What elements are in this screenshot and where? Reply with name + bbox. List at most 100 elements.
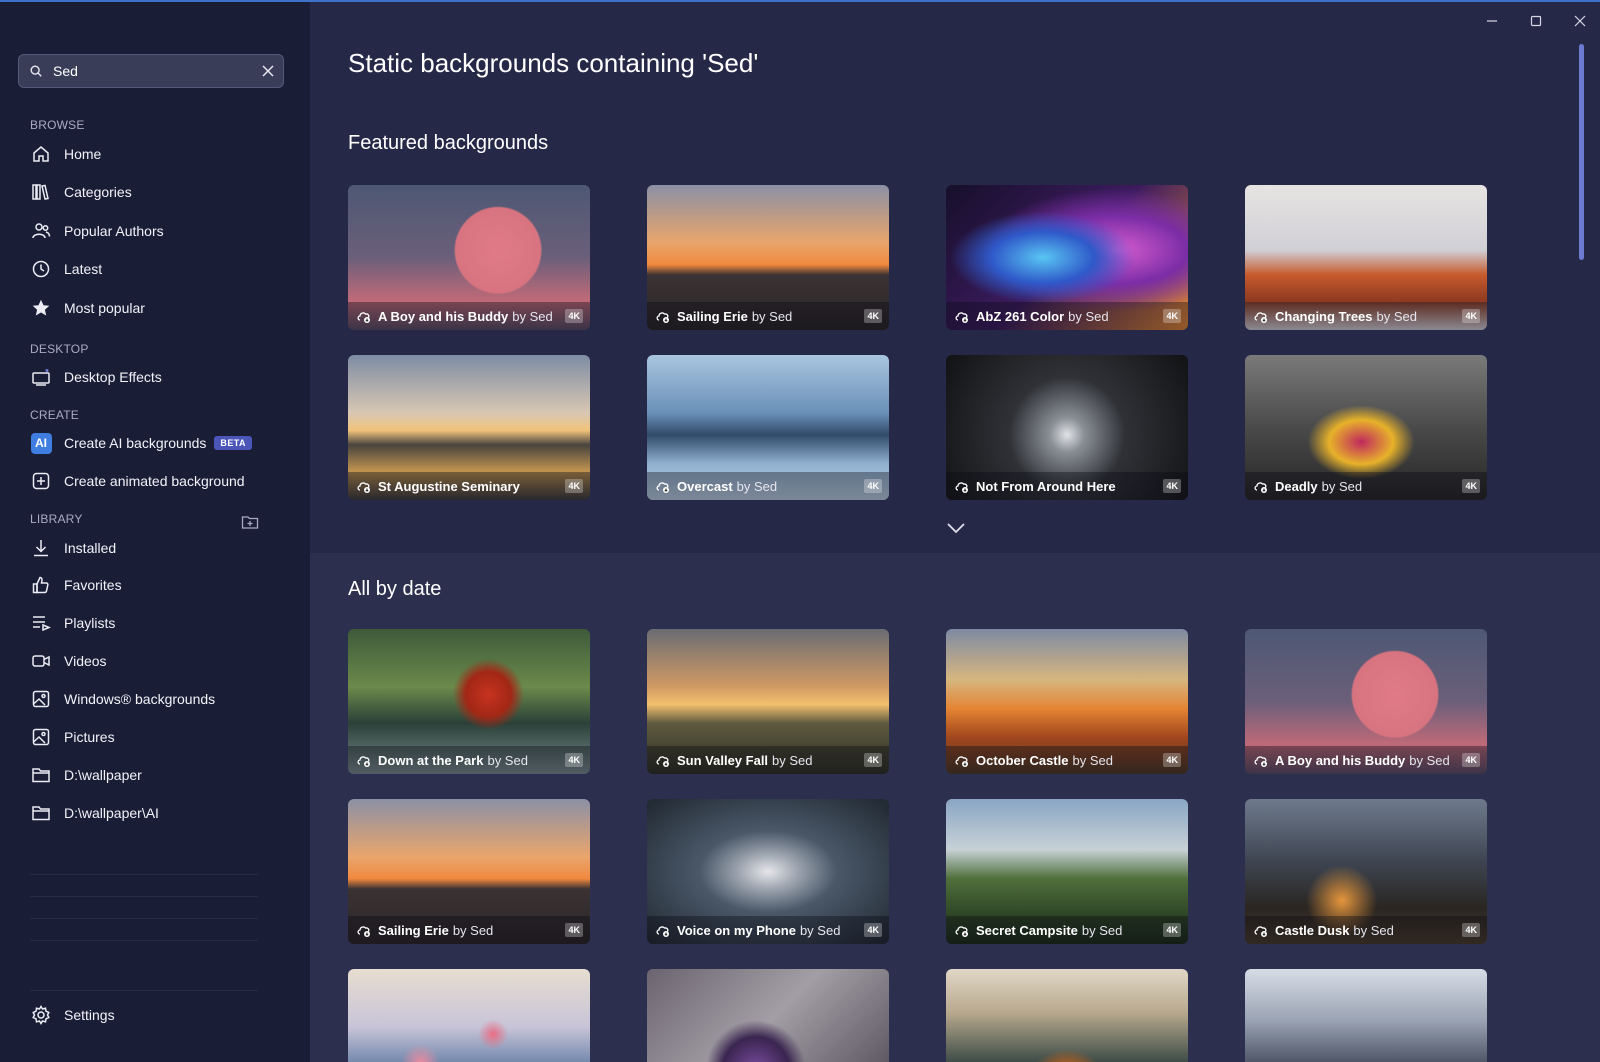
- background-card[interactable]: A Boy and his Buddy by Sed 4K: [348, 185, 590, 330]
- background-card[interactable]: [348, 969, 590, 1062]
- resolution-badge: 4K: [565, 753, 583, 767]
- background-card[interactable]: Sailing Erie by Sed 4K: [348, 799, 590, 944]
- sidebar-item-label: Create animated background: [64, 473, 245, 489]
- sidebar-item-label: Create AI backgrounds: [64, 435, 207, 451]
- sidebar-item-categories[interactable]: Categories: [30, 175, 290, 209]
- sidebar-item-create-ai-backgrounds[interactable]: AI Create AI backgrounds BETA: [30, 426, 290, 460]
- sidebar-item-playlists[interactable]: Playlists: [30, 606, 290, 640]
- background-card[interactable]: Not From Around Here 4K: [946, 355, 1188, 500]
- sidebar-item-label: Categories: [64, 184, 132, 200]
- sidebar-item-label: D:\wallpaper: [64, 767, 142, 783]
- background-card[interactable]: AbZ 261 Color by Sed 4K: [946, 185, 1188, 330]
- sidebar-item-label: Installed: [64, 540, 117, 556]
- home-icon: [30, 143, 52, 165]
- card-author: by Sed: [452, 922, 494, 938]
- sidebar-item-desktop-effects[interactable]: Desktop Effects: [30, 360, 290, 394]
- background-card[interactable]: Sailing Erie by Sed 4K: [647, 185, 889, 330]
- card-title: A Boy and his Buddy: [1275, 752, 1406, 768]
- card-title: Voice on my Phone: [677, 922, 796, 938]
- background-card[interactable]: Overcast by Sed 4K: [647, 355, 889, 500]
- background-card[interactable]: Changing Trees by Sed 4K: [1245, 185, 1487, 330]
- background-card[interactable]: [1245, 969, 1487, 1062]
- background-card[interactable]: October Castle by Sed 4K: [946, 629, 1188, 774]
- gear-icon: [30, 1004, 52, 1026]
- cloud-download-icon: [1254, 756, 1267, 767]
- minimize-icon: [1487, 20, 1497, 22]
- close-window-button[interactable]: [1560, 8, 1600, 34]
- background-card[interactable]: St Augustine Seminary 4K: [348, 355, 590, 500]
- cloud-download-icon: [955, 312, 968, 323]
- books-icon: [30, 181, 52, 203]
- card-caption: AbZ 261 Color by Sed: [946, 302, 1188, 330]
- cloud-download-icon: [357, 926, 370, 937]
- sidebar-item-most-popular[interactable]: Most popular: [30, 291, 290, 325]
- folder-icon: [30, 802, 52, 824]
- sidebar-item-windows-backgrounds[interactable]: Windows® backgrounds: [30, 682, 290, 716]
- background-card[interactable]: Deadly by Sed 4K: [1245, 355, 1487, 500]
- thumbnail-image: [348, 969, 590, 1062]
- minimize-button[interactable]: [1472, 8, 1512, 34]
- card-author: by Sed: [1409, 752, 1450, 768]
- sidebar-item-settings[interactable]: Settings: [30, 998, 290, 1032]
- sidebar: BROWSE Home Categories Popular Authors L…: [0, 2, 310, 1062]
- desktop-effects-icon: [30, 366, 52, 388]
- background-card[interactable]: Voice on my Phone by Sed 4K: [647, 799, 889, 944]
- sidebar-item-label: Latest: [64, 261, 103, 277]
- background-card[interactable]: [946, 969, 1188, 1062]
- sidebar-item-home[interactable]: Home: [30, 137, 290, 171]
- resolution-badge: 4K: [565, 923, 583, 937]
- cloud-download-icon: [357, 312, 370, 323]
- sidebar-item-create-animated-background[interactable]: Create animated background: [30, 464, 290, 498]
- beta-badge: BETA: [214, 436, 252, 450]
- sidebar-item-installed[interactable]: Installed: [30, 531, 290, 565]
- resolution-badge: 4K: [565, 309, 583, 323]
- card-author: by Sed: [1081, 922, 1123, 938]
- card-author: by Sed: [772, 752, 813, 768]
- sidebar-item-label: D:\wallpaper\AI: [64, 805, 159, 821]
- search-icon: [30, 65, 42, 77]
- sidebar-item-folder-wallpaper-ai[interactable]: D:\wallpaper\AI: [30, 796, 290, 830]
- card-caption: Voice on my Phone by Sed: [647, 916, 889, 944]
- image-icon: [30, 688, 52, 710]
- sidebar-item-videos[interactable]: Videos: [30, 644, 290, 678]
- download-icon: [30, 537, 52, 559]
- background-card[interactable]: A Boy and his Buddy by Sed 4K: [1245, 629, 1487, 774]
- resolution-badge: 4K: [1462, 753, 1480, 767]
- ai-badge: AI: [30, 432, 52, 454]
- cloud-download-icon: [1254, 482, 1267, 493]
- sidebar-item-pictures[interactable]: Pictures: [30, 720, 290, 754]
- card-author: by Sed: [1376, 308, 1418, 324]
- background-card[interactable]: [647, 969, 889, 1062]
- add-folder-icon[interactable]: [241, 514, 259, 530]
- section-label-desktop: DESKTOP: [30, 342, 89, 356]
- background-card[interactable]: Secret Campsite by Sed 4K: [946, 799, 1188, 944]
- card-title: AbZ 261 Color: [976, 308, 1065, 324]
- background-card[interactable]: Sun Valley Fall by Sed 4K: [647, 629, 889, 774]
- card-caption: Changing Trees by Sed: [1245, 302, 1487, 330]
- card-title: St Augustine Seminary: [378, 478, 520, 494]
- background-card[interactable]: Down at the Park by Sed 4K: [348, 629, 590, 774]
- maximize-button[interactable]: [1516, 8, 1556, 34]
- expand-featured-button[interactable]: [944, 518, 968, 538]
- sidebar-item-latest[interactable]: Latest: [30, 252, 290, 286]
- search-input[interactable]: [53, 56, 253, 86]
- card-author: by Sed: [487, 752, 528, 768]
- clear-search-button[interactable]: [253, 56, 283, 86]
- chevron-down-icon: [947, 523, 965, 534]
- sidebar-item-label: Playlists: [64, 615, 116, 631]
- card-caption: Sun Valley Fall by Sed: [647, 746, 889, 774]
- card-caption: Sailing Erie by Sed: [348, 916, 590, 944]
- close-icon: [262, 65, 274, 77]
- background-card[interactable]: Castle Dusk by Sed 4K: [1245, 799, 1487, 944]
- card-caption: Down at the Park by Sed: [348, 746, 590, 774]
- card-caption: Deadly by Sed: [1245, 472, 1487, 500]
- card-author: by Sed: [1321, 478, 1363, 494]
- cloud-download-icon: [1254, 312, 1267, 323]
- sidebar-item-favorites[interactable]: Favorites: [30, 568, 290, 602]
- cloud-download-icon: [656, 312, 669, 323]
- scrollbar-thumb[interactable]: [1579, 44, 1584, 260]
- sidebar-item-popular-authors[interactable]: Popular Authors: [30, 214, 290, 248]
- sidebar-item-folder-wallpaper[interactable]: D:\wallpaper: [30, 758, 290, 792]
- card-author: by Sed: [1072, 752, 1113, 768]
- card-caption: Overcast by Sed: [647, 472, 889, 500]
